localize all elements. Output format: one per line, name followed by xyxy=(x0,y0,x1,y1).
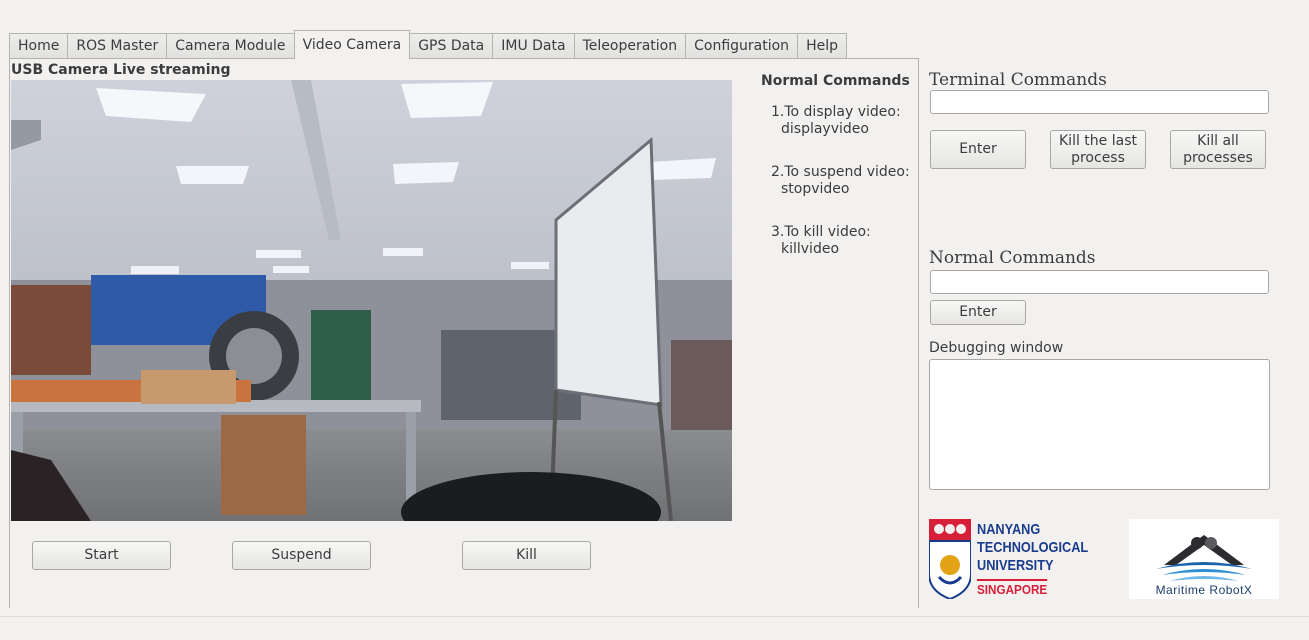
kill-video-button[interactable]: Kill xyxy=(462,541,591,570)
video-title: USB Camera Live streaming xyxy=(11,62,231,78)
ntu-name-line3: UNIVERSITY xyxy=(977,557,1054,574)
robotx-name: Maritime RobotX xyxy=(1155,583,1253,597)
kill-all-label-line1: Kill all xyxy=(1197,132,1239,149)
robotx-emblem-icon xyxy=(1156,535,1252,581)
kill-last-process-button[interactable]: Kill the last process xyxy=(1050,130,1146,169)
normal-command-input[interactable] xyxy=(930,270,1269,294)
tab-bar: Home ROS Master Camera Module Video Came… xyxy=(9,30,847,59)
tab-video-camera[interactable]: Video Camera xyxy=(293,30,411,59)
status-bar xyxy=(0,616,1309,640)
command-info-1-line1: 1.To display video: xyxy=(771,104,901,120)
tab-ros-master[interactable]: ROS Master xyxy=(67,33,167,59)
debugging-window-label: Debugging window xyxy=(929,340,1064,356)
video-feed xyxy=(11,80,732,521)
robotx-logo: Maritime RobotX xyxy=(1129,519,1279,599)
ntu-crest-icon xyxy=(929,519,971,599)
ntu-logo: NANYANG TECHNOLOGICAL UNIVERSITY SINGAPO… xyxy=(929,519,1088,599)
tab-help[interactable]: Help xyxy=(797,33,847,59)
tab-home[interactable]: Home xyxy=(9,33,68,59)
lab-camera-image xyxy=(11,80,732,521)
kill-all-processes-button[interactable]: Kill all processes xyxy=(1170,130,1266,169)
tab-teleoperation[interactable]: Teleoperation xyxy=(573,33,686,59)
tab-imu-data[interactable]: IMU Data xyxy=(492,33,574,59)
start-button[interactable]: Start xyxy=(32,541,171,570)
command-info-1-line2: displayvideo xyxy=(781,121,869,137)
command-info-3-line2: killvideo xyxy=(781,241,840,257)
command-info-2-line2: stopvideo xyxy=(781,181,850,197)
ntu-name-line4: SINGAPORE xyxy=(977,579,1048,598)
command-info-2-line1: 2.To suspend video: xyxy=(771,164,910,180)
kill-last-label-line2: process xyxy=(1071,149,1125,166)
terminal-commands-title: Terminal Commands xyxy=(929,70,1107,90)
terminal-enter-button[interactable]: Enter xyxy=(930,130,1026,169)
tab-configuration[interactable]: Configuration xyxy=(685,33,798,59)
terminal-command-input[interactable] xyxy=(930,90,1269,114)
normal-commands-heading: Normal Commands xyxy=(761,73,910,89)
tab-gps-data[interactable]: GPS Data xyxy=(410,33,493,59)
suspend-button[interactable]: Suspend xyxy=(232,541,371,570)
kill-last-label-line1: Kill the last xyxy=(1059,132,1137,149)
ntu-name-line1: NANYANG xyxy=(977,521,1041,538)
command-info-3-line1: 3.To kill video: xyxy=(771,224,871,240)
ntu-name-line2: TECHNOLOGICAL xyxy=(977,539,1089,556)
normal-commands-title: Normal Commands xyxy=(929,248,1096,268)
debugging-window[interactable] xyxy=(929,359,1270,490)
kill-all-label-line2: processes xyxy=(1183,149,1253,166)
tab-camera-module[interactable]: Camera Module xyxy=(166,33,294,59)
normal-enter-button[interactable]: Enter xyxy=(930,300,1026,325)
